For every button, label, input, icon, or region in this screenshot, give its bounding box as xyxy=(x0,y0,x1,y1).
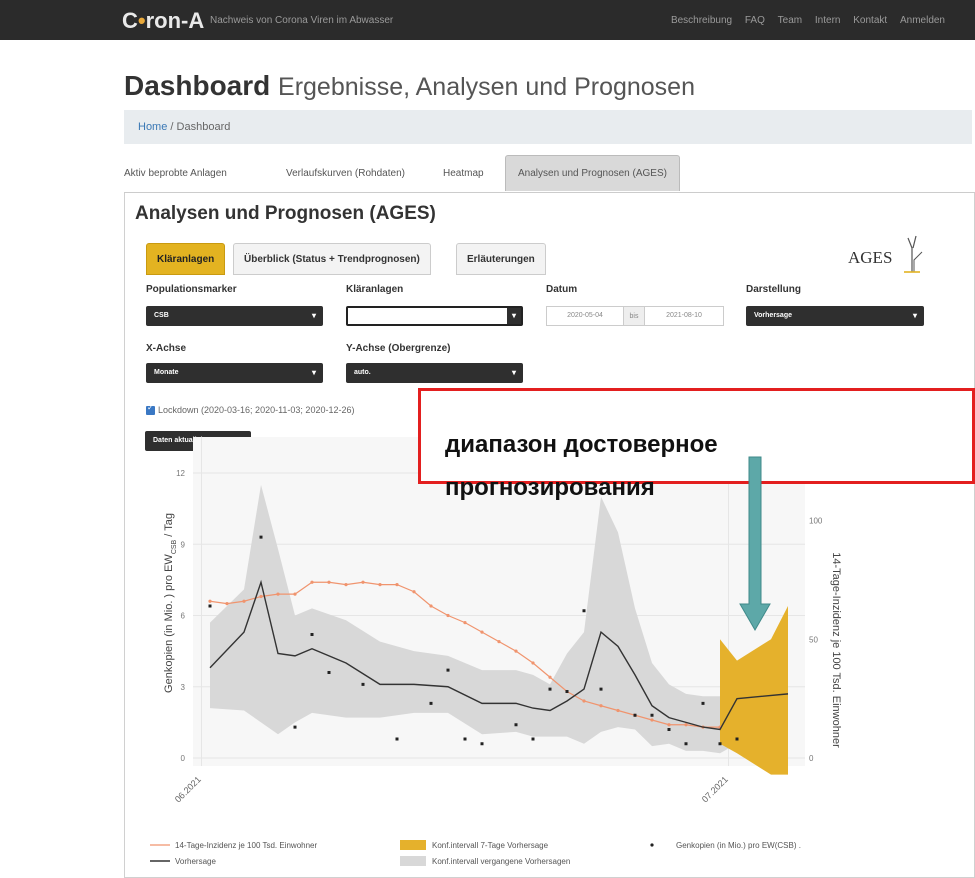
genkopien-point xyxy=(361,682,365,686)
incidence-point xyxy=(208,599,212,603)
incidence-point xyxy=(497,640,501,644)
y-right-tick-label: 0 xyxy=(809,754,814,763)
incidence-point xyxy=(514,649,518,653)
genkopien-point xyxy=(429,701,433,705)
y-left-axis-label-sub: CSB xyxy=(171,539,178,554)
incidence-point xyxy=(225,602,229,606)
y-left-tick-label: 0 xyxy=(181,754,186,763)
genkopien-point xyxy=(633,713,637,717)
genkopien-point xyxy=(395,737,399,741)
genkopien-point xyxy=(701,701,705,705)
genkopien-point xyxy=(531,737,535,741)
incidence-point xyxy=(276,592,280,596)
genkopien-point xyxy=(514,723,518,727)
incidence-point xyxy=(361,580,365,584)
genkopien-point xyxy=(667,728,671,731)
genkopien-point xyxy=(735,737,739,741)
y-left-axis-label: Genkopien (in Mio. ) pro EWCSB / Tag xyxy=(163,513,178,693)
incidence-point xyxy=(446,613,450,618)
genkopien-point xyxy=(259,535,263,539)
incidence-point xyxy=(429,604,433,608)
annotation-callout: диапазон достоверное прогнозирования xyxy=(418,388,975,501)
incidence-point xyxy=(293,592,297,596)
genkopien-point xyxy=(684,742,688,746)
y-right-axis-label: 14-Tage-Inzidenz je 100 Tsd. Einwohner xyxy=(830,552,842,748)
incidence-point xyxy=(599,704,603,708)
genkopien-point xyxy=(718,742,722,746)
incidence-point xyxy=(684,723,688,727)
incidence-point xyxy=(242,599,246,603)
genkopien-point xyxy=(548,687,552,691)
incidence-point xyxy=(616,708,620,713)
incidence-point xyxy=(259,594,263,599)
incidence-point xyxy=(344,583,348,587)
incidence-point xyxy=(480,630,484,634)
genkopien-point xyxy=(208,604,212,608)
genkopien-point xyxy=(327,671,331,674)
genkopien-point xyxy=(582,609,586,613)
x-tick-label: 07.2021 xyxy=(700,774,730,804)
y-right-tick-label: 50 xyxy=(809,635,818,644)
annotation-line-1: диапазон достоверное xyxy=(445,431,718,458)
y-left-axis-label-suffix: / Tag xyxy=(163,513,175,540)
incidence-point xyxy=(463,621,467,625)
y-right-tick-label: 100 xyxy=(809,517,823,526)
annotation-line-2: прогнозирования xyxy=(445,474,655,501)
incidence-point xyxy=(412,590,416,594)
genkopien-point xyxy=(463,737,467,741)
incidence-point xyxy=(548,675,552,679)
y-left-tick-label: 3 xyxy=(181,683,186,692)
genkopien-point xyxy=(565,690,569,693)
genkopien-point xyxy=(293,725,297,729)
incidence-point xyxy=(582,699,586,703)
incidence-point xyxy=(310,580,314,584)
incidence-point xyxy=(667,723,671,727)
y-left-tick-label: 9 xyxy=(181,540,186,549)
incidence-point xyxy=(378,583,382,587)
incidence-point xyxy=(531,661,535,665)
genkopien-point xyxy=(650,713,654,717)
y-left-tick-label: 12 xyxy=(176,469,185,478)
incidence-point xyxy=(650,718,654,722)
incidence-point xyxy=(327,580,331,584)
x-tick-label: 06.2021 xyxy=(173,774,203,804)
genkopien-point xyxy=(599,687,603,691)
genkopien-point xyxy=(446,668,450,672)
genkopien-point xyxy=(310,633,314,636)
incidence-point xyxy=(395,583,399,587)
genkopien-point xyxy=(480,742,484,746)
y-left-axis-label-main: Genkopien (in Mio. ) pro EW xyxy=(163,554,175,693)
y-left-tick-label: 6 xyxy=(181,612,186,621)
